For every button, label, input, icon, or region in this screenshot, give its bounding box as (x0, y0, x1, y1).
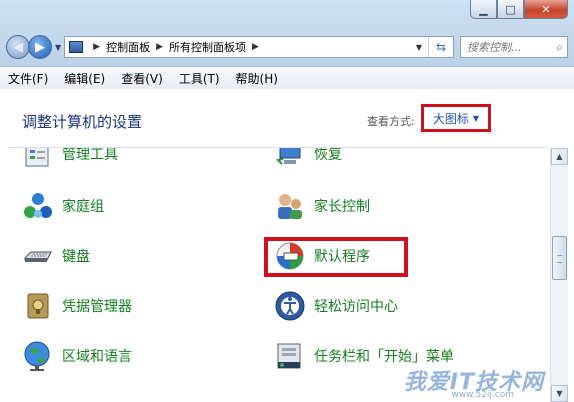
caret-down-icon: ▼ (472, 113, 480, 123)
menu-help[interactable]: 帮助(H) (236, 70, 278, 87)
taskbar-icon (274, 340, 306, 372)
history-dropdown-icon[interactable]: ▼ (55, 43, 61, 52)
view-by-label: 查看方式: (367, 115, 415, 128)
address-bar[interactable]: ▶ 控制面板 ▶ 所有控制面板项 ▶ ▼ ⇆ (64, 36, 454, 58)
title-buttons: ▁ □ ✕ (470, 0, 568, 19)
arrow-right-icon: ▶ (35, 39, 45, 55)
item-recovery[interactable]: 恢复 (274, 148, 342, 170)
close-button[interactable]: ✕ (524, 0, 568, 19)
breadcrumb-all-items[interactable]: 所有控制面板项 (169, 39, 246, 55)
menu-tools[interactable]: 工具(T) (179, 70, 220, 87)
address-row: ◀ ▶ ▼ ▶ 控制面板 ▶ 所有控制面板项 ▶ ▼ ⇆ 搜索控制... ⌕ (6, 33, 568, 61)
menu-bar: 文件(F) 编辑(E) 查看(V) 工具(T) 帮助(H) (0, 66, 574, 90)
back-button[interactable]: ◀ (6, 35, 30, 59)
address-dropdown-icon[interactable]: ▼ (411, 37, 427, 57)
control-panel-window: ▁ □ ✕ ◀ ▶ ▼ ▶ 控制面板 ▶ 所有控制面板项 ▶ ▼ ⇆ 搜索控制.… (0, 0, 574, 402)
breadcrumb-control-panel[interactable]: 控制面板 (106, 39, 150, 55)
forward-button[interactable]: ▶ (28, 35, 52, 59)
view-by-dropdown[interactable]: 大图标 ▼ (421, 104, 491, 132)
vertical-scrollbar[interactable]: ▲ ▼ (550, 148, 568, 402)
watermark-url: www.52ij.com (451, 390, 514, 400)
admin-tools-icon (22, 148, 54, 170)
item-ease-of-access[interactable]: 轻松访问中心 (274, 290, 398, 322)
minimize-button[interactable]: ▁ (470, 0, 497, 19)
item-credential-manager[interactable]: 凭据管理器 (22, 290, 132, 322)
search-input[interactable]: 搜索控制... ⌕ (460, 36, 568, 58)
item-homegroup[interactable]: 家庭组 (22, 190, 104, 222)
highlight-box-default-programs (264, 237, 408, 277)
chevron-right-icon[interactable]: ▶ (93, 42, 100, 52)
chevron-right-icon[interactable]: ▶ (156, 42, 163, 52)
ease-of-access-icon (274, 290, 306, 322)
keyboard-icon (22, 240, 54, 272)
homegroup-icon (22, 190, 54, 222)
scroll-thumb[interactable] (552, 236, 567, 280)
scroll-down-icon[interactable]: ▼ (551, 385, 568, 402)
arrow-left-icon: ◀ (13, 39, 23, 55)
item-keyboard[interactable]: 键盘 (22, 240, 90, 272)
item-region-language[interactable]: 区域和语言 (22, 340, 132, 372)
search-icon[interactable]: ⌕ (556, 40, 563, 55)
control-panel-icon (69, 41, 84, 53)
maximize-button[interactable]: □ (497, 0, 524, 19)
scroll-up-icon[interactable]: ▲ (551, 148, 568, 165)
parental-controls-icon (274, 190, 306, 222)
menu-view[interactable]: 查看(V) (121, 70, 163, 87)
page-title: 调整计算机的设置 (22, 113, 143, 131)
item-admin-tools[interactable]: 管理工具 (22, 148, 118, 170)
globe-icon (22, 340, 54, 372)
credential-manager-icon (22, 290, 54, 322)
chevron-right-icon[interactable]: ▶ (252, 42, 259, 52)
item-parental-controls[interactable]: 家长控制 (274, 190, 370, 222)
menu-edit[interactable]: 编辑(E) (64, 70, 105, 87)
search-placeholder: 搜索控制... (467, 41, 522, 54)
refresh-icon[interactable]: ⇆ (428, 37, 453, 57)
content-header: 调整计算机的设置 查看方式: 大图标 ▼ (0, 89, 574, 147)
menu-file[interactable]: 文件(F) (8, 70, 48, 87)
recovery-icon (274, 148, 306, 170)
view-by-value: 大图标 (432, 111, 469, 126)
